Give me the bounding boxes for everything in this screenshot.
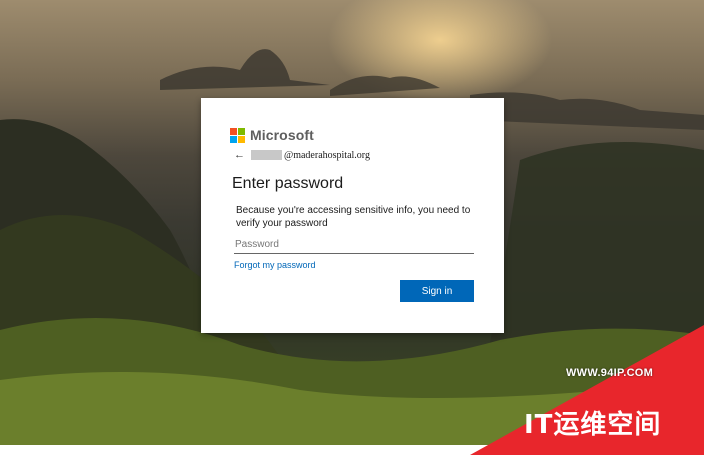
forgot-password-link[interactable]: Forgot my password (234, 260, 316, 270)
back-arrow-icon[interactable]: ← (234, 149, 245, 161)
watermark-text: IT运维空间 (524, 410, 662, 440)
logo-square-blue (230, 135, 237, 143)
email-domain: @maderahospital.org (284, 149, 370, 161)
logo-square-red (230, 127, 237, 135)
identity-row: ← @maderahospital.org (234, 149, 370, 161)
microsoft-logo-icon (230, 127, 245, 143)
password-input[interactable] (234, 235, 474, 254)
watermark-url: WWW.94IP.COM (566, 367, 654, 379)
redacted-username (251, 150, 282, 160)
description-text: Because you're accessing sensitive info,… (236, 205, 471, 229)
sign-in-button[interactable]: Sign in (400, 280, 474, 302)
login-card: Microsoft ← @maderahospital.org Enter pa… (201, 98, 504, 333)
brand-row: Microsoft (230, 127, 314, 143)
logo-square-green (238, 127, 245, 135)
logo-square-yellow (238, 135, 245, 143)
page-title: Enter password (232, 175, 344, 192)
brand-name: Microsoft (250, 127, 314, 143)
